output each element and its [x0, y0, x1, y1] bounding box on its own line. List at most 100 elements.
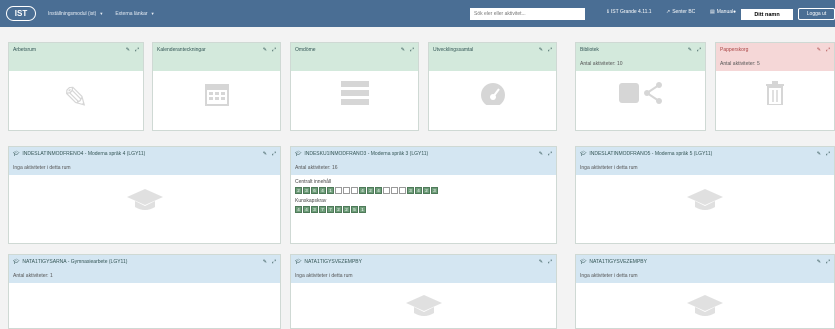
grade-box-empty[interactable] [343, 187, 350, 194]
widget-sub [429, 57, 556, 71]
grade-box[interactable]: 4 [295, 206, 302, 213]
grade-box-empty[interactable] [383, 187, 390, 194]
edit-icon[interactable]: ✎ [817, 47, 821, 53]
grade-box[interactable]: 3 [303, 187, 310, 194]
widget-bibliotek[interactable]: Bibliotek ✎ ⤢ Antal aktiviteter: 10 [575, 42, 706, 131]
expand-icon[interactable]: ⤢ [548, 47, 552, 53]
expand-icon[interactable]: ⤢ [272, 151, 276, 157]
edit-icon[interactable]: ✎ [539, 151, 543, 157]
course-panel[interactable]: 🎓︎ INDESLATINMODFRENO4 - Moderna språk 4 … [8, 146, 281, 244]
grade-box[interactable]: 2 [335, 206, 342, 213]
ist-logo[interactable]: IST [6, 6, 36, 21]
grade-box[interactable]: 7 [327, 206, 334, 213]
expand-icon[interactable]: ⤢ [272, 47, 276, 53]
graduation-cap-icon: 🎓︎ [580, 259, 587, 265]
course-sub: Inga aktiviteter i detta rum [576, 269, 834, 283]
grade-box[interactable]: 4 [319, 187, 326, 194]
widget-kalender[interactable]: Kalenderanteckningar ✎ ⤢ [152, 42, 281, 131]
expand-icon[interactable]: ⤢ [135, 47, 139, 53]
logout-label: Logga ut [806, 11, 827, 17]
top-bar: IST Inställningsmodul (ist) ▼ Externa län… [0, 0, 835, 27]
edit-icon[interactable]: ✎ [817, 259, 821, 265]
grade-box[interactable]: 5 [351, 206, 358, 213]
course-panel[interactable]: 🎓︎ NATA1TIGYSVEZEMPBY ✎ ⤢ Inga aktiviteter … [575, 254, 835, 329]
grade-box[interactable]: 4 [303, 206, 310, 213]
version-link[interactable]: ℹ IST Grande 4.11.1 [607, 9, 652, 15]
course-panel[interactable]: 🎓︎ NATA1TIGYSARNA - Gymnasiearbete (LGY11… [8, 254, 281, 329]
expand-icon[interactable]: ⤢ [826, 259, 830, 265]
graduation-cap-icon: 🎓︎ [13, 259, 20, 265]
edit-icon[interactable]: ✎ [401, 47, 405, 53]
expand-icon[interactable]: ⤢ [826, 151, 830, 157]
grade-box[interactable]: 1 [327, 187, 334, 194]
grade-box[interactable]: 4 [375, 187, 382, 194]
grade-box[interactable]: 2 [295, 187, 302, 194]
external-link-icon: ↗ [666, 9, 671, 15]
course-title: INDESLATINMODFRANO5 - Moderna språk 5 (L… [589, 151, 713, 157]
central-content-grades: 2 3 6 4 1 4 2 4 3 4 2 3 [295, 187, 552, 194]
grade-box[interactable]: 2 [367, 187, 374, 194]
edit-icon[interactable]: ✎ [688, 47, 692, 53]
calendar-icon [204, 81, 230, 109]
graduation-cap-icon: 🎓︎ [295, 151, 302, 157]
search-input[interactable] [470, 8, 585, 20]
course-sub: Inga aktiviteter i detta rum [291, 269, 556, 283]
expand-icon[interactable]: ⤢ [548, 259, 552, 265]
expand-icon[interactable]: ⤢ [697, 47, 701, 53]
grade-box[interactable]: 3 [311, 206, 318, 213]
grade-box[interactable]: 2 [423, 187, 430, 194]
grade-box-empty[interactable] [399, 187, 406, 194]
expand-icon[interactable]: ⤢ [826, 47, 830, 53]
wrench-icon: ✎ [63, 82, 89, 115]
grade-box[interactable]: 7 [319, 206, 326, 213]
center-link[interactable]: ↗ Senter BC [666, 9, 695, 15]
widget-title: Arbetsrum [13, 47, 37, 53]
grade-box[interactable]: 3 [431, 187, 438, 194]
edit-icon[interactable]: ✎ [817, 151, 821, 157]
grade-box[interactable]: 2 [343, 206, 350, 213]
course-panel[interactable]: 🎓︎ INDESKU1INMODFRANO3 - Moderna språk 3 … [290, 146, 557, 244]
grade-box[interactable]: 4 [415, 187, 422, 194]
edit-icon[interactable]: ✎ [126, 47, 130, 53]
widget-title: Utvecklingssamtal [433, 47, 474, 53]
widget-utvecklingssamtal[interactable]: Utvecklingssamtal ✎ ⤢ [428, 42, 557, 131]
manual-label: Manual [716, 9, 734, 15]
nav-external-links-label: Externa länkar [115, 10, 148, 17]
manual-link[interactable]: ▤ Manual [710, 9, 733, 15]
widget-arbetsrum[interactable]: Arbetsrum ✎ ⤢ ✎ [8, 42, 144, 131]
course-panel[interactable]: 🎓︎ INDESLATINMODFRANO5 - Moderna språk 5 … [575, 146, 835, 244]
edit-icon[interactable]: ✎ [539, 47, 543, 53]
widget-omdome[interactable]: Omdöme ✎ ⤢ [290, 42, 419, 131]
grade-box-empty[interactable] [351, 187, 358, 194]
grade-box[interactable]: 6 [311, 187, 318, 194]
central-content-label: Centralt innehåll [295, 179, 332, 185]
edit-icon[interactable]: ✎ [263, 259, 267, 265]
user-name[interactable]: Ditt namn [741, 9, 793, 20]
expand-icon[interactable]: ⤢ [272, 259, 276, 265]
edit-icon[interactable]: ✎ [263, 151, 267, 157]
widget-title: Kalenderanteckningar [157, 47, 206, 53]
grade-box-empty[interactable] [391, 187, 398, 194]
widget-sub [153, 57, 280, 71]
widget-papperskorg[interactable]: Papperskorg ✎ ⤢ Antal aktiviteter: 5 [715, 42, 835, 131]
expand-icon[interactable]: ⤢ [548, 151, 552, 157]
logout-button[interactable]: Logga ut [798, 8, 835, 20]
nav-settings-module[interactable]: Inställningsmodul (ist) ▼ [48, 11, 103, 17]
grade-box-empty[interactable] [335, 187, 342, 194]
edit-icon[interactable]: ✎ [539, 259, 543, 265]
widget-sub: Antal aktiviteter: 5 [716, 57, 834, 71]
user-icon: ● [733, 9, 737, 15]
course-title: NATA1TIGYSVEZEMPBY [304, 259, 362, 265]
course-title: NATA1TIGYSVEZEMPBY [589, 259, 647, 265]
list-icon [340, 81, 369, 107]
grade-box[interactable]: 3 [407, 187, 414, 194]
grade-box[interactable]: 1 [359, 206, 366, 213]
nav-settings-module-label: Inställningsmodul (ist) [48, 10, 97, 17]
course-panel[interactable]: 🎓︎ NATA1TIGYSVEZEMPBY ✎ ⤢ Inga aktiviteter … [290, 254, 557, 329]
nav-external-links[interactable]: Externa länkar ▼ [115, 11, 154, 17]
chevron-down-icon: ▼ [99, 10, 104, 16]
expand-icon[interactable]: ⤢ [410, 47, 414, 53]
edit-icon[interactable]: ✎ [263, 47, 267, 53]
widget-title: Omdöme [295, 47, 316, 53]
grade-box[interactable]: 4 [359, 187, 366, 194]
